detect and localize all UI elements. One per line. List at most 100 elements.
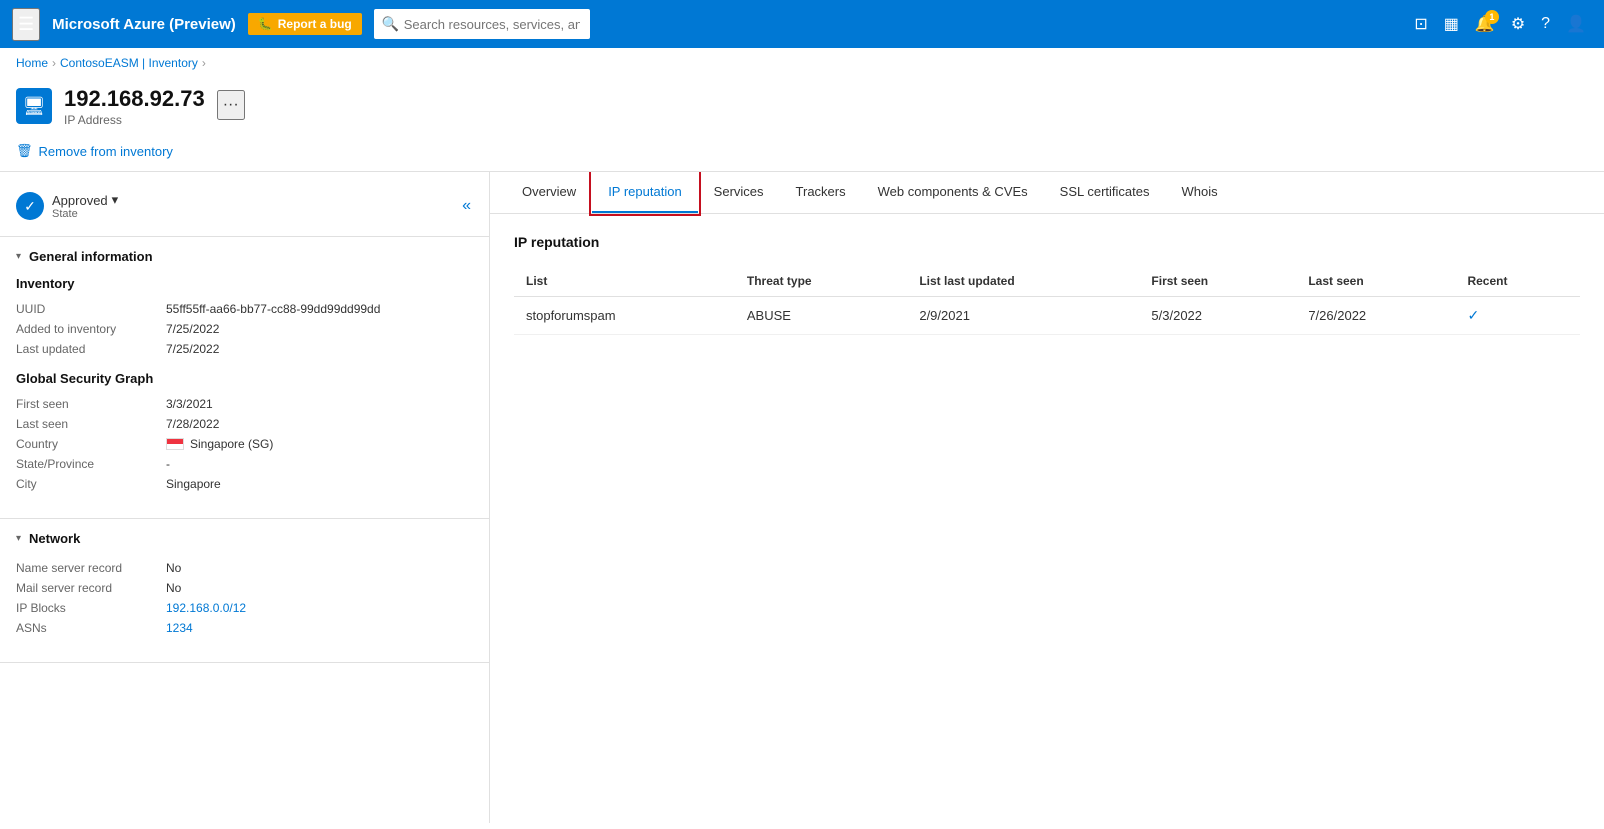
tab-content-ip-reputation: IP reputation List Threat type List last…: [490, 214, 1604, 355]
breadcrumb-sep-2: ›: [202, 56, 206, 70]
last-seen-value: 7/28/2022: [166, 417, 219, 431]
state-province-row: State/Province -: [16, 454, 473, 474]
dashboard-icon-button[interactable]: ▦: [1438, 8, 1465, 40]
left-panel: ✓ Approved ▾ State « ▾ General informati…: [0, 172, 490, 823]
inventory-group-title: Inventory: [16, 276, 473, 291]
general-section-header[interactable]: ▾ General information: [16, 249, 473, 264]
col-header-list: List: [514, 266, 735, 297]
tab-whois[interactable]: Whois: [1166, 172, 1234, 213]
page-subtitle: IP Address: [64, 113, 122, 127]
breadcrumb-home[interactable]: Home: [16, 56, 48, 70]
recent-checkmark-icon: ✓: [1467, 307, 1479, 323]
general-section-title: General information: [29, 249, 153, 264]
ip-blocks-label: IP Blocks: [16, 601, 166, 615]
account-icon-button[interactable]: 👤: [1560, 8, 1592, 40]
col-header-last-seen: Last seen: [1296, 266, 1455, 297]
asns-link[interactable]: 1234: [166, 621, 193, 635]
notification-badge: 1: [1485, 10, 1499, 24]
toolbar: 🗑 Remove from inventory: [0, 131, 1604, 172]
remove-from-inventory-button[interactable]: 🗑 Remove from inventory: [16, 139, 173, 163]
remove-icon: 🗑: [16, 143, 33, 159]
cell-list: stopforumspam: [514, 297, 735, 335]
tab-overview[interactable]: Overview: [506, 172, 592, 213]
name-server-value: No: [166, 561, 181, 575]
uuid-row: UUID 55ff55ff-aa66-bb77-cc88-99dd99dd99d…: [16, 299, 473, 319]
tab-ip-reputation[interactable]: IP reputation: [592, 172, 697, 213]
last-updated-label: Last updated: [16, 342, 166, 356]
network-toggle-icon: ▾: [16, 533, 21, 544]
col-header-threat-type: Threat type: [735, 266, 907, 297]
hamburger-button[interactable]: ☰: [12, 8, 40, 41]
search-input[interactable]: [374, 9, 590, 39]
resource-icon: 🖥: [16, 88, 52, 124]
search-icon: 🔍: [382, 16, 399, 33]
general-information-section: ▾ General information Inventory UUID 55f…: [0, 237, 489, 519]
global-security-title: Global Security Graph: [16, 371, 473, 386]
ip-blocks-row: IP Blocks 192.168.0.0/12: [16, 598, 473, 618]
last-updated-value: 7/25/2022: [166, 342, 219, 356]
mail-server-label: Mail server record: [16, 581, 166, 595]
last-seen-row: Last seen 7/28/2022: [16, 414, 473, 434]
state-province-label: State/Province: [16, 457, 166, 471]
inventory-group: Inventory UUID 55ff55ff-aa66-bb77-cc88-9…: [16, 276, 473, 359]
ip-address-icon: 🖥: [23, 96, 46, 117]
breadcrumb: Home › ContosoEASM | Inventory ›: [0, 48, 1604, 78]
name-server-label: Name server record: [16, 561, 166, 575]
tab-services[interactable]: Services: [698, 172, 780, 213]
country-text: Singapore (SG): [190, 437, 273, 451]
cell-recent: ✓: [1455, 297, 1580, 335]
ip-reputation-title: IP reputation: [514, 234, 1580, 250]
table-row: stopforumspam ABUSE 2/9/2021 5/3/2022 7/…: [514, 297, 1580, 335]
general-toggle-icon: ▾: [16, 251, 21, 262]
state-label-text: Approved: [52, 193, 108, 208]
added-to-inventory-label: Added to inventory: [16, 322, 166, 336]
more-options-button[interactable]: ···: [217, 90, 245, 120]
breadcrumb-sep-1: ›: [52, 56, 56, 70]
first-seen-label: First seen: [16, 397, 166, 411]
uuid-value: 55ff55ff-aa66-bb77-cc88-99dd99dd99dd: [166, 302, 380, 316]
network-section: ▾ Network Name server record No Mail ser…: [0, 519, 489, 663]
portal-icon-button[interactable]: ⊡: [1408, 8, 1433, 40]
asns-label: ASNs: [16, 621, 166, 635]
page-header: 🖥 192.168.92.73 IP Address ···: [0, 78, 1604, 131]
state-label[interactable]: Approved ▾: [52, 192, 118, 208]
uuid-label: UUID: [16, 302, 166, 316]
ip-reputation-table: List Threat type List last updated First…: [514, 266, 1580, 335]
main-container: Home › ContosoEASM | Inventory › 🖥 192.1…: [0, 48, 1604, 829]
ip-blocks-link[interactable]: 192.168.0.0/12: [166, 601, 246, 615]
state-dropdown-icon: ▾: [112, 192, 119, 208]
collapse-panel-button[interactable]: «: [460, 195, 473, 217]
added-to-inventory-row: Added to inventory 7/25/2022: [16, 319, 473, 339]
global-security-group: Global Security Graph First seen 3/3/202…: [16, 371, 473, 494]
cell-first-seen: 5/3/2022: [1139, 297, 1296, 335]
asns-value: 1234: [166, 621, 193, 635]
state-province-value: -: [166, 457, 170, 471]
cell-threat-type: ABUSE: [735, 297, 907, 335]
network-group: Name server record No Mail server record…: [16, 558, 473, 638]
mail-server-row: Mail server record No: [16, 578, 473, 598]
tab-ssl-certificates[interactable]: SSL certificates: [1044, 172, 1166, 213]
city-value: Singapore: [166, 477, 221, 491]
tab-web-components[interactable]: Web components & CVEs: [862, 172, 1044, 213]
breadcrumb-inventory[interactable]: ContosoEASM | Inventory: [60, 56, 198, 70]
ip-blocks-value: 192.168.0.0/12: [166, 601, 246, 615]
col-header-list-last-updated: List last updated: [907, 266, 1139, 297]
report-bug-button[interactable]: 🐛 Report a bug: [248, 13, 362, 35]
settings-icon-button[interactable]: ⚙: [1505, 8, 1531, 40]
last-seen-label: Last seen: [16, 417, 166, 431]
help-icon-button[interactable]: ?: [1535, 9, 1556, 39]
tab-bar: Overview IP reputation Services Trackers…: [490, 172, 1604, 214]
tab-trackers[interactable]: Trackers: [780, 172, 862, 213]
page-title: 192.168.92.73: [64, 86, 205, 112]
state-text: Approved ▾ State: [52, 192, 118, 220]
mail-server-value: No: [166, 581, 181, 595]
network-section-title: Network: [29, 531, 80, 546]
table-header-row: List Threat type List last updated First…: [514, 266, 1580, 297]
notification-icon-button[interactable]: 🔔 1: [1469, 8, 1501, 40]
first-seen-value: 3/3/2021: [166, 397, 213, 411]
report-bug-label: Report a bug: [278, 17, 352, 31]
added-to-inventory-value: 7/25/2022: [166, 322, 219, 336]
first-seen-row: First seen 3/3/2021: [16, 394, 473, 414]
city-label: City: [16, 477, 166, 491]
network-section-header[interactable]: ▾ Network: [16, 531, 473, 546]
